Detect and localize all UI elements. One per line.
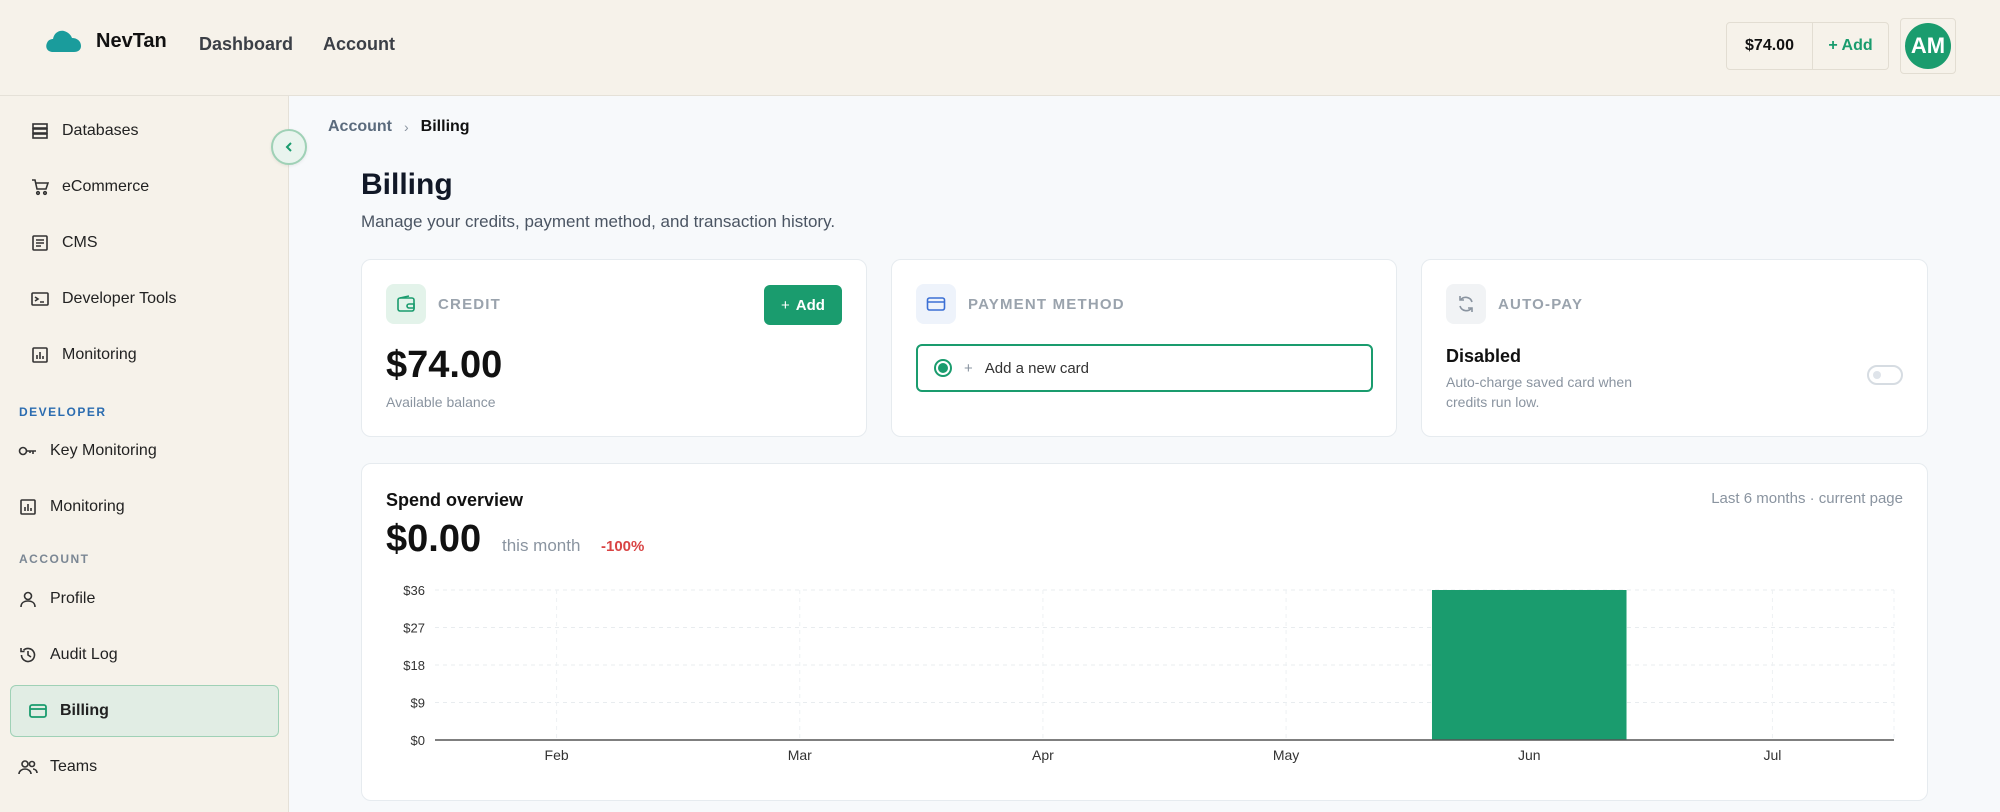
sidebar-item-label: CMS <box>62 234 98 251</box>
database-icon <box>30 121 50 141</box>
sidebar-item-label: Monitoring <box>62 346 137 363</box>
section-developer: DEVELOPER <box>19 405 107 419</box>
cart-icon <box>30 177 50 197</box>
radio-selected[interactable] <box>934 359 952 377</box>
sidebar-item-ecommerce[interactable]: eCommerce <box>30 161 299 213</box>
breadcrumb-account[interactable]: Account <box>328 118 392 136</box>
y-tick-label: $27 <box>403 621 425 636</box>
credit-amount: $74.00 <box>386 344 503 386</box>
header-add-credit-button[interactable]: + Add <box>1813 37 1888 55</box>
chart-icon <box>18 497 38 517</box>
section-account: ACCOUNT <box>19 552 90 566</box>
x-tick-label: Mar <box>788 747 812 763</box>
spend-overview-card: Spend overview Last 6 months · current p… <box>361 463 1928 801</box>
breadcrumb: Account › Billing <box>328 118 470 136</box>
payment-method-label: PAYMENT METHOD <box>968 296 1125 313</box>
nav-account[interactable]: Account <box>323 34 395 55</box>
sidebar-item-audit-log[interactable]: Audit Log <box>18 629 287 681</box>
spend-chart: $0 $9 $18 $27 $36 Feb Mar Apr May Jun Jul <box>403 583 1895 763</box>
page-title: Billing <box>361 168 453 201</box>
sidebar-item-billing[interactable]: Billing <box>10 685 279 737</box>
credit-card-icon <box>916 284 956 324</box>
sidebar-item-label: Monitoring <box>50 498 125 515</box>
add-new-card-label: Add a new card <box>984 359 1089 377</box>
add-credit-label: Add <box>795 296 825 314</box>
add-credit-button[interactable]: + Add <box>764 285 842 325</box>
page-subtitle: Manage your credits, payment method, and… <box>361 212 836 231</box>
chart-icon <box>30 345 50 365</box>
sidebar-item-profile[interactable]: Profile <box>18 573 287 625</box>
x-tick-label: Feb <box>545 747 569 763</box>
sidebar: Databases eCommerce CMS Developer Tools … <box>0 96 289 812</box>
sidebar-item-databases[interactable]: Databases <box>30 105 299 157</box>
avatar: AM <box>1905 23 1951 69</box>
sidebar-item-label: Billing <box>60 702 109 719</box>
header-balance[interactable]: $74.00 <box>1727 23 1813 69</box>
y-tick-label: $36 <box>403 583 425 598</box>
terminal-icon <box>30 289 50 309</box>
users-icon <box>18 757 38 777</box>
y-tick-label: $9 <box>411 696 425 711</box>
top-header: NevTan Dashboard Account $74.00 + Add AM <box>0 0 2000 96</box>
sidebar-item-label: Profile <box>50 590 96 607</box>
credit-card: CREDIT + Add $74.00 Available balance <box>361 259 867 437</box>
sidebar-item-teams[interactable]: Teams <box>18 741 287 793</box>
y-tick-label: $18 <box>403 658 425 673</box>
credit-label: CREDIT <box>438 296 502 313</box>
credit-sub: Available balance <box>386 394 496 410</box>
history-icon <box>18 645 38 665</box>
autopay-label: AUTO-PAY <box>1498 296 1584 313</box>
plus-icon: + <box>964 359 973 377</box>
breadcrumb-current: Billing <box>420 118 470 135</box>
document-icon <box>30 233 50 253</box>
sidebar-item-key-monitoring[interactable]: Key Monitoring <box>18 425 287 477</box>
balance-pill: $74.00 + Add <box>1726 22 1889 70</box>
plus-icon: + <box>781 296 790 314</box>
autopay-description: Auto-charge saved card when credits run … <box>1446 374 1632 410</box>
credit-card-icon <box>28 701 48 721</box>
brand[interactable]: NevTan <box>44 28 167 54</box>
sidebar-item-monitoring[interactable]: Monitoring <box>30 329 299 381</box>
collapse-sidebar-button[interactable] <box>271 129 307 165</box>
brand-name: NevTan <box>96 29 167 52</box>
sidebar-item-dev-monitoring[interactable]: Monitoring <box>18 481 287 533</box>
sidebar-item-cms[interactable]: CMS <box>30 217 299 269</box>
user-icon <box>18 589 38 609</box>
bar-jun <box>1431 590 1627 740</box>
autopay-status: Disabled <box>1446 346 1522 366</box>
y-tick-label: $0 <box>411 733 425 748</box>
refresh-icon <box>1446 284 1486 324</box>
sidebar-item-label: Developer Tools <box>62 290 177 307</box>
sidebar-item-developer-tools[interactable]: Developer Tools <box>30 273 299 325</box>
wallet-icon <box>386 284 426 324</box>
sidebar-item-label: Key Monitoring <box>50 442 157 459</box>
sidebar-item-label: eCommerce <box>62 178 150 195</box>
sidebar-item-label: Databases <box>62 122 139 139</box>
chevron-right-icon: › <box>404 119 409 135</box>
x-tick-label: Jul <box>1763 747 1781 763</box>
top-nav: Dashboard Account <box>199 34 395 55</box>
chevron-left-icon <box>285 142 292 152</box>
add-new-card-option[interactable]: + Add a new card <box>916 344 1373 392</box>
payment-method-card: PAYMENT METHOD + Add a new card <box>891 259 1397 437</box>
autopay-toggle[interactable] <box>1867 365 1903 385</box>
x-tick-label: Jun <box>1518 747 1541 763</box>
cloud-logo-icon <box>46 30 81 52</box>
nav-dashboard[interactable]: Dashboard <box>199 34 293 55</box>
key-icon <box>18 441 38 461</box>
user-menu[interactable]: AM <box>1900 18 1956 74</box>
x-tick-label: May <box>1273 747 1299 763</box>
sidebar-item-label: Teams <box>50 758 98 775</box>
autopay-card: AUTO-PAY Disabled Auto-charge saved card… <box>1421 259 1928 437</box>
sidebar-item-label: Audit Log <box>50 646 118 663</box>
x-tick-label: Apr <box>1032 747 1054 763</box>
